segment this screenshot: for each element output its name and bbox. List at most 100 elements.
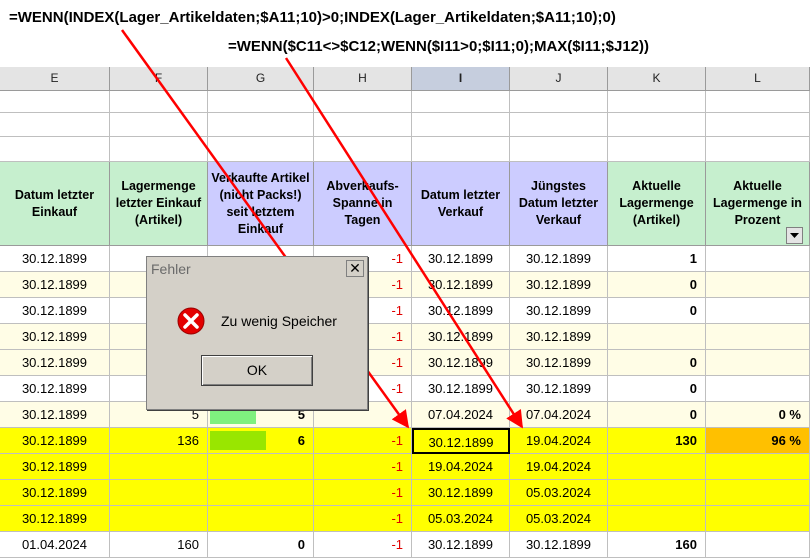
ok-button[interactable]: OK: [201, 355, 313, 386]
empty-cell[interactable]: [706, 91, 810, 113]
empty-cell[interactable]: [208, 113, 314, 137]
table-cell[interactable]: 30.12.1899: [510, 272, 608, 298]
column-header-G[interactable]: G: [208, 67, 314, 91]
table-cell[interactable]: [706, 272, 810, 298]
table-cell[interactable]: [706, 246, 810, 272]
column-header-I[interactable]: I: [412, 67, 510, 91]
table-cell[interactable]: 30.12.1899: [0, 480, 110, 506]
table-cell[interactable]: [208, 480, 314, 506]
empty-cell[interactable]: [412, 91, 510, 113]
empty-cell[interactable]: [110, 137, 208, 162]
table-cell[interactable]: 07.04.2024: [412, 402, 510, 428]
table-cell[interactable]: -1: [314, 480, 412, 506]
table-cell[interactable]: 0: [608, 402, 706, 428]
table-cell[interactable]: 30.12.1899: [510, 350, 608, 376]
table-cell[interactable]: 1: [608, 246, 706, 272]
table-cell[interactable]: 30.12.1899: [510, 298, 608, 324]
table-cell[interactable]: 30.12.1899: [412, 428, 510, 454]
table-cell[interactable]: 0: [208, 532, 314, 558]
table-cell[interactable]: [110, 506, 208, 532]
table-cell[interactable]: [110, 454, 208, 480]
table-cell[interactable]: -1: [314, 532, 412, 558]
table-cell[interactable]: 6: [208, 428, 314, 454]
table-cell[interactable]: [608, 506, 706, 532]
table-cell[interactable]: [706, 324, 810, 350]
table-cell[interactable]: 30.12.1899: [510, 532, 608, 558]
empty-cell[interactable]: [110, 113, 208, 137]
table-cell[interactable]: 30.12.1899: [0, 324, 110, 350]
table-cell[interactable]: 0: [608, 350, 706, 376]
table-cell[interactable]: -1: [314, 428, 412, 454]
table-cell[interactable]: 30.12.1899: [0, 272, 110, 298]
table-cell[interactable]: [706, 532, 810, 558]
table-cell[interactable]: 05.03.2024: [412, 506, 510, 532]
table-cell[interactable]: 01.04.2024: [0, 532, 110, 558]
column-header-K[interactable]: K: [608, 67, 706, 91]
empty-cell[interactable]: [314, 91, 412, 113]
header-cell[interactable]: Lagermenge letzter Einkauf (Artikel): [110, 162, 208, 246]
empty-cell[interactable]: [314, 113, 412, 137]
empty-cell[interactable]: [0, 113, 110, 137]
empty-cell[interactable]: [706, 137, 810, 162]
empty-cell[interactable]: [608, 91, 706, 113]
table-cell[interactable]: [608, 324, 706, 350]
table-cell[interactable]: [110, 480, 208, 506]
table-cell[interactable]: 30.12.1899: [412, 480, 510, 506]
table-cell[interactable]: [706, 454, 810, 480]
table-cell[interactable]: 05.03.2024: [510, 506, 608, 532]
empty-cell[interactable]: [510, 137, 608, 162]
table-cell[interactable]: [706, 506, 810, 532]
table-cell[interactable]: 136: [110, 428, 208, 454]
table-cell[interactable]: 05.03.2024: [510, 480, 608, 506]
column-header-F[interactable]: F: [110, 67, 208, 91]
table-cell[interactable]: 30.12.1899: [0, 298, 110, 324]
table-cell[interactable]: 30.12.1899: [510, 324, 608, 350]
table-cell[interactable]: 30.12.1899: [0, 454, 110, 480]
table-cell[interactable]: 130: [608, 428, 706, 454]
table-cell[interactable]: 30.12.1899: [0, 428, 110, 454]
table-cell[interactable]: [706, 298, 810, 324]
table-cell[interactable]: [706, 376, 810, 402]
table-cell[interactable]: 30.12.1899: [0, 376, 110, 402]
table-cell[interactable]: 0: [608, 298, 706, 324]
table-cell[interactable]: 0: [608, 376, 706, 402]
header-cell[interactable]: Datum letzter Einkauf: [0, 162, 110, 246]
table-cell[interactable]: 30.12.1899: [0, 506, 110, 532]
table-cell[interactable]: [208, 506, 314, 532]
chevron-down-icon[interactable]: [786, 227, 803, 244]
table-cell[interactable]: 30.12.1899: [412, 350, 510, 376]
table-cell[interactable]: [706, 480, 810, 506]
empty-cell[interactable]: [208, 91, 314, 113]
header-cell[interactable]: Aktuelle Lagermenge (Artikel): [608, 162, 706, 246]
empty-cell[interactable]: [0, 137, 110, 162]
table-cell[interactable]: 30.12.1899: [412, 324, 510, 350]
header-cell[interactable]: Verkaufte Artikel (nicht Packs!) seit le…: [208, 162, 314, 246]
table-cell[interactable]: 96 %: [706, 428, 810, 454]
table-cell[interactable]: 30.12.1899: [0, 350, 110, 376]
table-cell[interactable]: 30.12.1899: [0, 246, 110, 272]
header-cell[interactable]: Abverkaufs-Spanne in Tagen: [314, 162, 412, 246]
table-cell[interactable]: -1: [314, 506, 412, 532]
column-header-J[interactable]: J: [510, 67, 608, 91]
empty-cell[interactable]: [510, 113, 608, 137]
table-cell[interactable]: 07.04.2024: [510, 402, 608, 428]
column-header-E[interactable]: E: [0, 67, 110, 91]
table-cell[interactable]: [608, 480, 706, 506]
table-cell[interactable]: 30.12.1899: [412, 532, 510, 558]
empty-cell[interactable]: [208, 137, 314, 162]
table-cell[interactable]: 160: [110, 532, 208, 558]
table-cell[interactable]: 30.12.1899: [412, 272, 510, 298]
empty-cell[interactable]: [412, 137, 510, 162]
empty-cell[interactable]: [412, 113, 510, 137]
column-header-L[interactable]: L: [706, 67, 810, 91]
table-cell[interactable]: 0: [608, 272, 706, 298]
table-cell[interactable]: 19.04.2024: [412, 454, 510, 480]
empty-cell[interactable]: [608, 113, 706, 137]
table-cell[interactable]: 30.12.1899: [412, 246, 510, 272]
header-cell[interactable]: Datum letzter Verkauf: [412, 162, 510, 246]
empty-cell[interactable]: [510, 91, 608, 113]
table-cell[interactable]: [706, 350, 810, 376]
close-button[interactable]: ✕: [346, 260, 364, 277]
header-cell[interactable]: Jüngstes Datum letzter Verkauf: [510, 162, 608, 246]
table-cell[interactable]: 19.04.2024: [510, 428, 608, 454]
